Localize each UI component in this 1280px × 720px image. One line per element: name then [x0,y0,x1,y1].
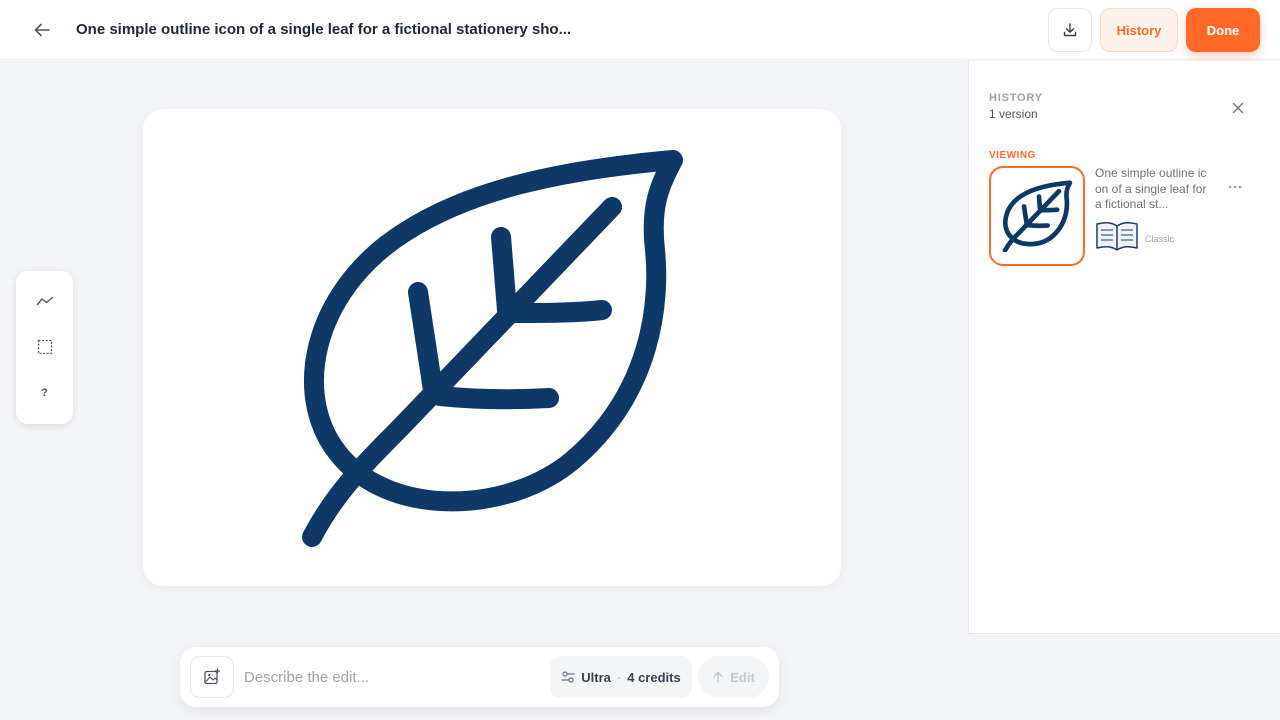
version-description: One simple outline icon of a single leaf… [1095,166,1207,211]
edit-submit-button[interactable]: Edit [698,656,769,698]
help-tool[interactable]: ? [30,378,60,407]
version-thumbnail[interactable] [989,166,1085,266]
close-history-button[interactable] [1227,97,1249,119]
stroke-tool[interactable] [30,287,60,316]
done-button[interactable]: Done [1186,8,1260,52]
model-name: Ultra [581,669,611,685]
download-icon [1063,23,1077,37]
tool-rail: ? [16,271,73,424]
image-add-icon [204,668,221,685]
more-horizontal-icon [1228,185,1242,189]
history-panel: HISTORY 1 version VIEWING One simple out… [968,61,1280,634]
arrow-left-icon [34,23,50,37]
version-style: Classic [1145,234,1175,244]
image-canvas[interactable] [143,109,841,586]
edit-prompt-input[interactable] [244,663,534,691]
leaf-thumbnail-icon [1002,180,1073,252]
page-title: One simple outline icon of a single leaf… [76,21,572,38]
version-item[interactable]: One simple outline icon of a single leaf… [989,166,1269,268]
arrow-up-icon [713,671,723,683]
selection-icon [37,339,52,355]
sliders-icon [561,671,575,683]
attach-image-button[interactable] [190,656,234,698]
help-icon: ? [41,386,48,399]
leaf-icon [302,150,683,547]
version-count: 1 version [989,107,1038,121]
download-button[interactable] [1048,8,1092,52]
stroke-icon [36,297,53,306]
model-selector[interactable]: Ultra · 4 credits [550,656,692,698]
close-icon [1232,102,1244,114]
history-button[interactable]: History [1100,8,1178,52]
credit-cost: 4 credits [627,669,681,685]
viewing-label: VIEWING [989,150,1036,161]
version-more-button[interactable] [1225,179,1245,195]
history-heading: HISTORY [989,92,1043,104]
edit-label: Edit [730,669,755,685]
back-button[interactable] [26,14,58,46]
top-bar: One simple outline icon of a single leaf… [0,0,1280,60]
separator-dot: · [616,669,622,685]
select-area-tool[interactable] [30,333,60,362]
edit-prompt-bar: Ultra · 4 credits Edit [180,647,779,707]
notebook-style-icon [1096,221,1138,251]
